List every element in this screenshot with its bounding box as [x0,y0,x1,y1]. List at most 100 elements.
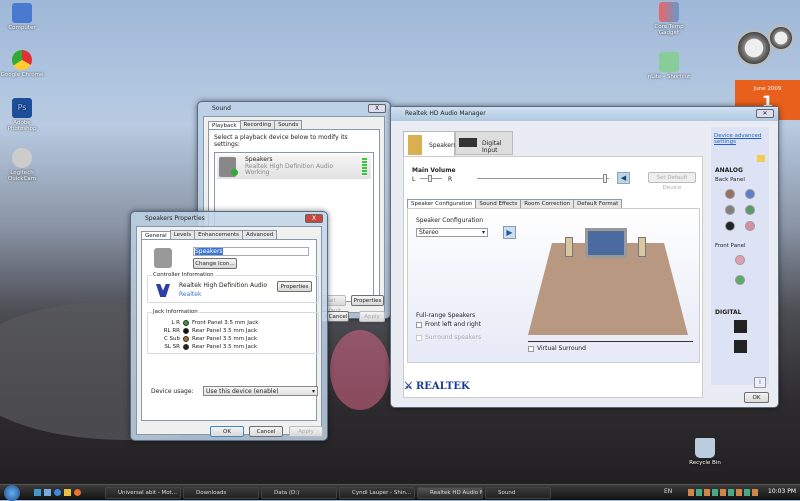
properties-button[interactable]: Properties [351,295,384,306]
tab-recording[interactable]: Recording [239,120,276,129]
digital-jack-icon[interactable] [734,320,747,333]
group-label: Jack Information [152,309,199,315]
balance-r-label: R [448,176,453,183]
audio-jack-icon[interactable] [735,275,745,285]
realtek-crab-icon: ⚔ [404,381,413,392]
device-list-item[interactable]: Speakers Realtek High Definition Audio W… [217,155,371,179]
tab-room-correction[interactable]: Room Correction [520,199,575,208]
level-meter [362,158,367,176]
switch-windows-icon[interactable] [44,489,51,496]
tab-sound-effects[interactable]: Sound Effects [475,199,522,208]
desktop-icon-recycle-bin[interactable]: Recycle Bin [683,438,727,466]
photoshop-icon: Ps [12,98,32,118]
cancel-button[interactable]: Cancel [249,426,283,437]
front-left-right-checkbox[interactable]: Front left and right [416,321,481,328]
cpu-meter-gadget[interactable] [736,30,772,66]
cpu-meter-gadget-small[interactable] [768,25,794,51]
back-panel-label: Back Panel [715,177,745,183]
chip-icon [659,52,679,72]
controller-properties-button[interactable]: Properties [277,281,312,292]
device-name-input[interactable]: Speakers [193,247,309,256]
show-desktop-icon[interactable] [34,489,41,496]
jack-description: Rear Panel 3.5 mm Jack [192,336,258,342]
controller-group: Controller Information Realtek High Defi… [147,272,319,303]
realtek-title-bar[interactable]: Realtek HD Audio Manager ✕ [391,107,778,121]
close-button[interactable]: X [305,214,323,223]
device-advanced-settings-link[interactable]: Device advanced settings [714,133,769,145]
speaker-config-select[interactable]: Stereo ▾ [416,228,488,237]
checkbox-label: Front left and right [425,321,482,328]
controller-vendor-link[interactable]: Realtek [179,291,201,298]
realtek-logo: ⚔ REALTEK [404,381,470,392]
explorer-icon[interactable] [64,489,71,496]
divider [528,341,693,342]
jack-channel: RL RR [163,328,180,334]
desktop-icon-core-temp[interactable]: Core Temp Gadget [647,2,691,36]
ie-icon[interactable] [54,489,61,496]
tab-speakers[interactable]: Speakers [403,131,457,157]
apply-button[interactable]: Apply [289,426,323,437]
taskbar-item[interactable]: Cyndi Lauper - Shin... [339,487,415,499]
desktop-icon-quickcam[interactable]: Logitech QuickCam [0,148,44,182]
left-speaker-icon [565,237,573,257]
taskbar-item[interactable]: Data (D:) [261,487,337,499]
speakers-icon [408,135,422,155]
clock[interactable]: 10:03 PM [768,488,796,495]
ok-button[interactable]: OK [744,392,769,403]
taskbar-item[interactable]: Downloads [183,487,259,499]
audio-jack-icon[interactable] [745,189,755,199]
tab-advanced[interactable]: Advanced [242,230,278,239]
close-button[interactable]: ✕ [756,109,774,118]
volume-slider[interactable] [477,174,609,183]
sound-title-bar[interactable]: Sound X [198,102,390,116]
start-button[interactable] [4,485,20,501]
realtek-window: Realtek HD Audio Manager ✕ Speakers Digit… [390,106,779,408]
mute-button[interactable]: ◀ [617,172,630,184]
audio-jack-icon[interactable] [745,221,755,231]
digital-jack-icon[interactable] [734,340,747,353]
tab-levels[interactable]: Levels [169,230,196,239]
ok-button[interactable]: OK [210,426,244,437]
jack-description: Rear Panel 3.5 mm Jack [192,344,258,350]
tab-default-format[interactable]: Default Format [573,199,623,208]
computer-icon [12,3,32,23]
cancel-button[interactable]: Cancel [327,311,349,322]
desktop-icon-nlite[interactable]: nLite - Shortcut [647,52,691,80]
language-indicator[interactable]: EN [664,488,672,495]
jack-description: Rear Panel 3.5 mm Jack [192,328,258,334]
device-usage-select[interactable]: Use this device (enable) ▾ [203,386,318,396]
balance-slider[interactable] [420,175,442,182]
desktop-icon-photoshop[interactable]: Ps Adobe Photoshop [0,98,44,132]
virtual-surround-checkbox[interactable]: Virtual Surround [528,345,586,352]
tab-sounds[interactable]: Sounds [274,120,303,129]
audio-jack-icon[interactable] [725,205,735,215]
jack-channel: C Sub [163,336,180,342]
audio-jack-icon[interactable] [725,189,735,199]
audio-jack-icon[interactable] [725,221,735,231]
tab-digital-input[interactable]: Digital Input [455,131,513,155]
audio-jack-icon[interactable] [735,255,745,265]
apply-button[interactable]: Apply [359,311,385,322]
taskbar-item[interactable]: Sound [485,487,551,499]
properties-title-bar[interactable]: Speakers Properties X [131,212,327,226]
tab-speaker-configuration[interactable]: Speaker Configuration [407,199,477,208]
taskbar-item[interactable]: Universal abit - Mot... [105,487,181,499]
jack-row: RL RR Rear Panel 3.5 mm Jack [148,327,318,335]
audio-jack-icon[interactable] [745,205,755,215]
jack-channel: L R [171,320,180,326]
taskbar-item[interactable]: Realtek HD Audio M... [417,487,483,499]
thermometer-icon [659,2,679,22]
desktop-icon-computer[interactable]: Computer [0,3,44,31]
desktop-icon-chrome[interactable]: Google Chrome [0,50,44,78]
close-button[interactable]: X [368,104,386,113]
surround-speakers-checkbox[interactable]: Surround speakers [416,334,481,341]
firefox-icon[interactable] [74,489,81,496]
group-label: Controller Information [152,272,215,278]
tab-label: Speakers [429,142,457,149]
set-default-device-button[interactable]: Set Default Device [648,172,696,191]
change-icon-button[interactable]: Change Icon... [193,258,237,269]
play-test-button[interactable]: ▶ [503,226,516,239]
info-button[interactable]: i [754,377,766,388]
jack-row: C Sub Rear Panel 3.5 mm Jack [148,335,318,343]
tab-enhancements[interactable]: Enhancements [194,230,244,239]
